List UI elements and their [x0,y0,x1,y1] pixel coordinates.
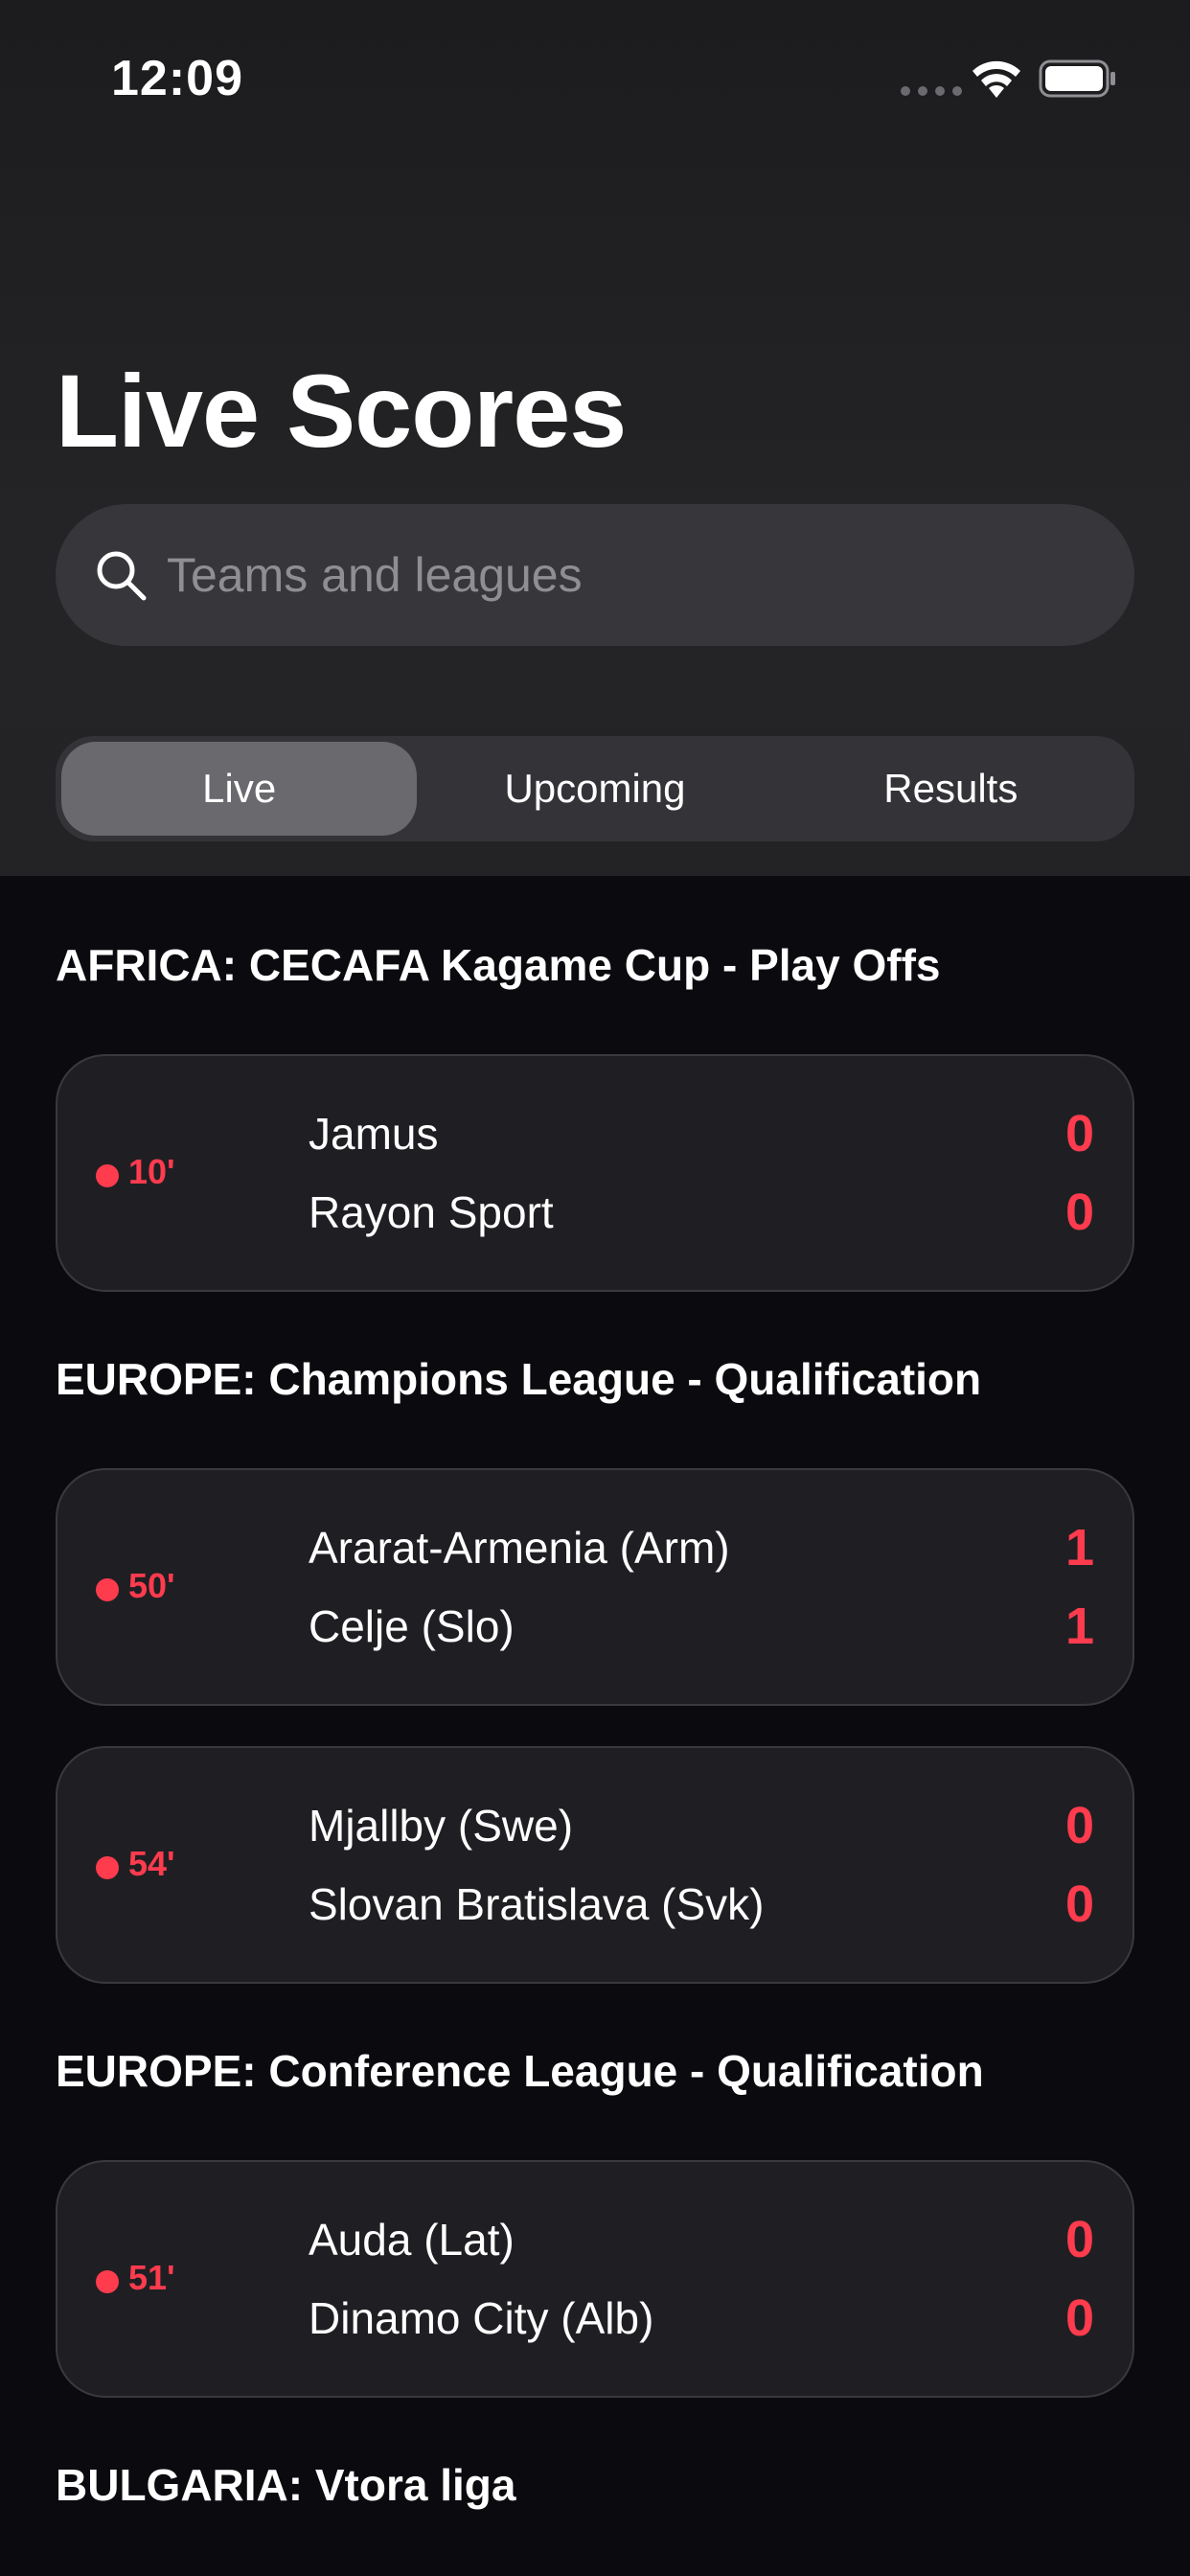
home-score: 1 [1064,1519,1094,1576]
league-title: EUROPE: Champions League - Qualification [56,1354,982,1404]
home-score: 0 [1064,1105,1094,1162]
match-minute: 10' [128,1152,175,1191]
live-indicator-icon [96,1164,119,1187]
home-team: Ararat-Armenia (Arm) [309,1523,730,1573]
away-score: 0 [1064,1184,1094,1241]
search-input[interactable] [167,504,1087,646]
home-score: 0 [1064,2211,1094,2268]
tab-results[interactable]: Results [773,742,1129,836]
status-bar: 12:09 [0,0,1190,153]
match-card[interactable]: 10' Jamus Rayon Sport 0 0 [56,1054,1134,1292]
home-team: Mjallby (Swe) [309,1801,574,1851]
match-minute: 54' [128,1844,175,1883]
away-team: Slovan Bratislava (Svk) [309,1879,765,1929]
live-indicator-icon [96,2270,119,2293]
live-indicator-icon [96,1578,119,1601]
tab-control: Live Upcoming Results [56,736,1134,841]
league-title: BULGARIA: Vtora liga [56,2460,516,2510]
match-card[interactable]: 54' Mjallby (Swe) Slovan Bratislava (Svk… [56,1746,1134,1984]
match-card[interactable]: 51' Auda (Lat) Dinamo City (Alb) 0 0 [56,2160,1134,2398]
cellular-signal-icon [901,86,962,96]
away-score: 0 [1064,1875,1094,1933]
away-score: 0 [1064,2289,1094,2347]
page-title: Live Scores [56,353,627,469]
home-score: 0 [1064,1797,1094,1854]
match-minute: 50' [128,1566,175,1605]
home-team: Jamus [309,1109,439,1159]
search-icon [97,551,147,601]
away-score: 1 [1064,1598,1094,1655]
search-bar[interactable] [56,504,1134,646]
battery-icon [1039,59,1115,98]
away-team: Rayon Sport [309,1187,554,1237]
tab-live[interactable]: Live [61,742,418,836]
away-team: Dinamo City (Alb) [309,2293,654,2343]
match-minute: 51' [128,2258,175,2297]
away-team: Celje (Slo) [309,1601,515,1651]
league-title: AFRICA: CECAFA Kagame Cup - Play Offs [56,940,941,990]
live-indicator-icon [96,1856,119,1879]
league-title: EUROPE: Conference League - Qualificatio… [56,2046,984,2096]
home-team: Auda (Lat) [309,2215,515,2265]
status-time: 12:09 [111,51,243,106]
screen: 12:09 Live Scores Live [0,0,1190,2576]
match-card[interactable]: 50' Ararat-Armenia (Arm) Celje (Slo) 1 1 [56,1468,1134,1706]
tab-upcoming[interactable]: Upcoming [417,742,772,836]
header: 12:09 Live Scores Live [0,0,1190,876]
wifi-icon [973,60,1020,98]
